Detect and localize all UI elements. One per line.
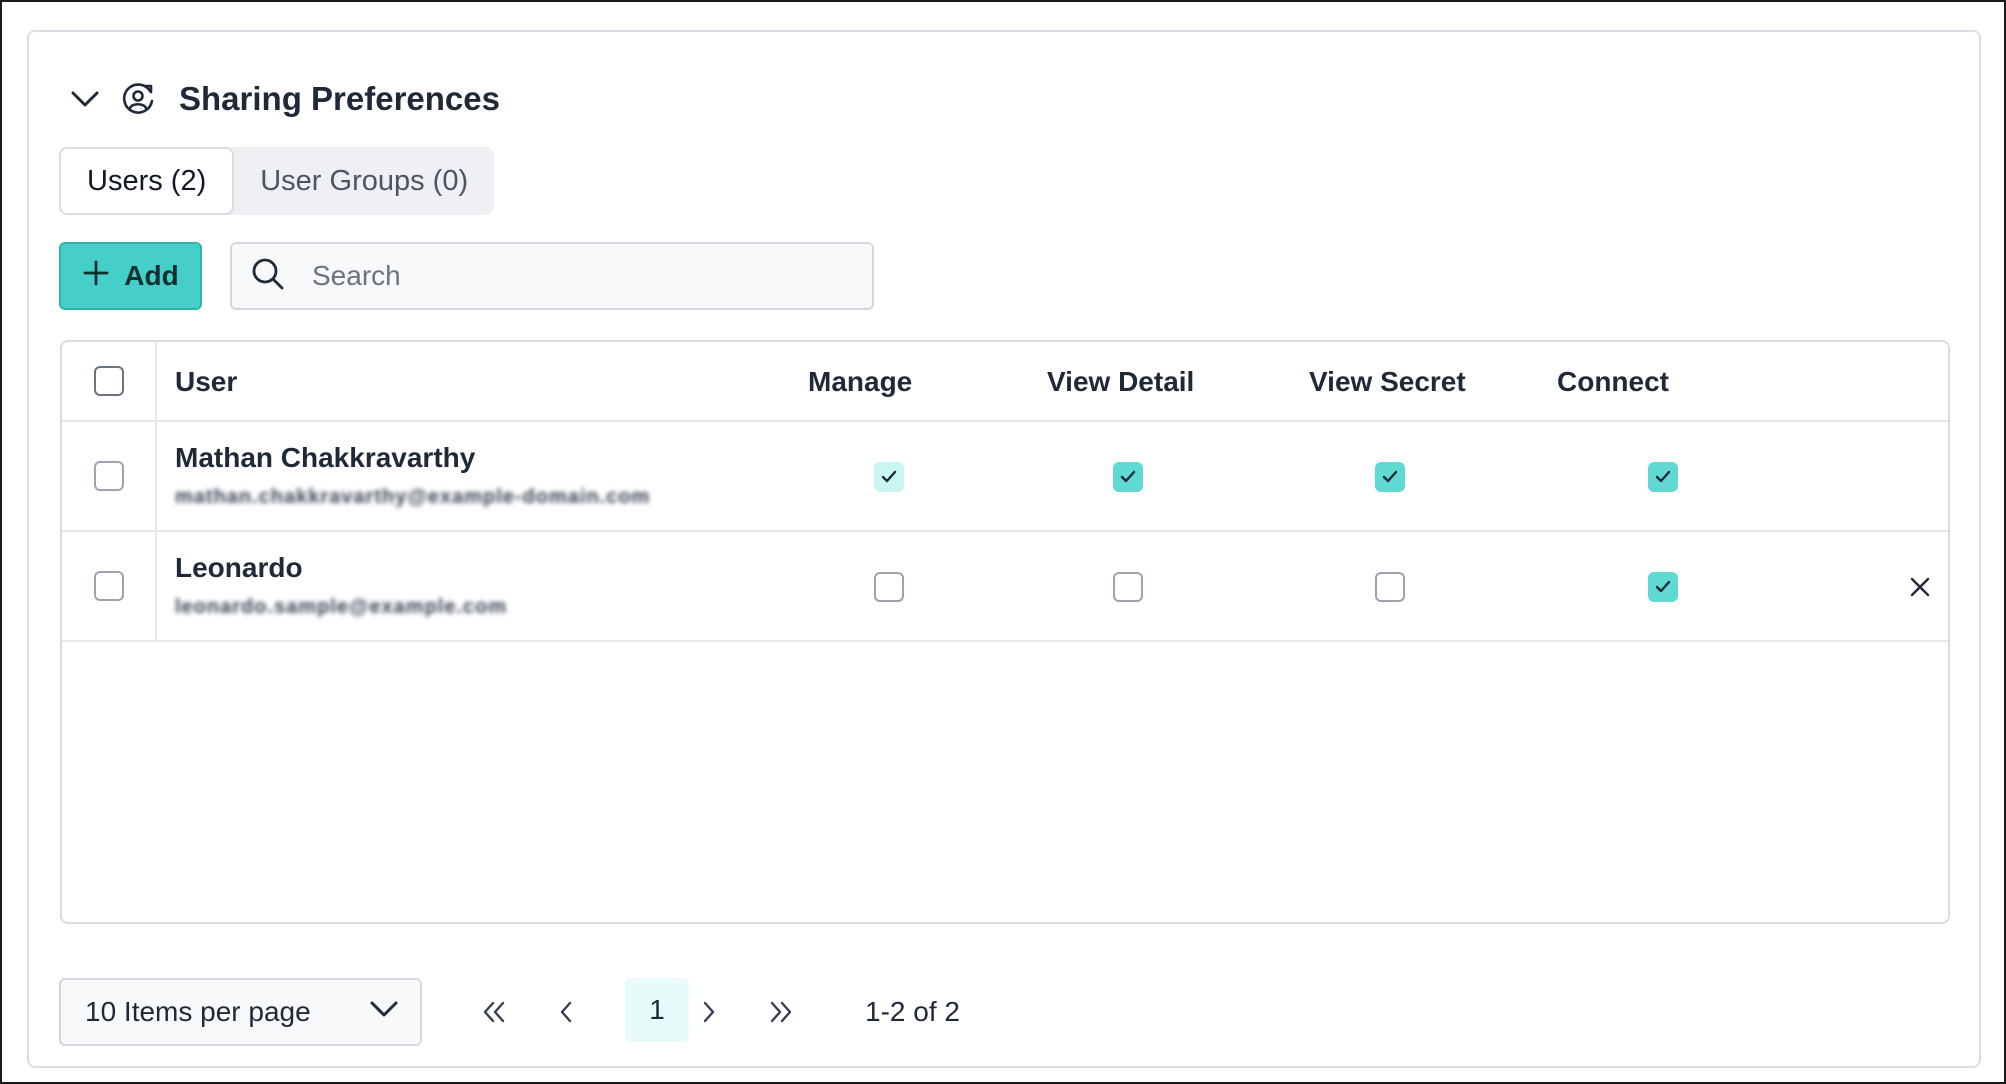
user-share-icon (121, 81, 157, 117)
search-input[interactable] (312, 260, 852, 292)
view-detail-cell (1098, 532, 1158, 642)
add-button[interactable]: Add (59, 242, 202, 310)
user-cell: Leonardo leonardo.sample@example.com (175, 552, 507, 619)
manage-checkbox[interactable] (874, 462, 904, 492)
user-email: mathan.chakkravarthy@example-domain.com (175, 486, 651, 508)
manage-cell (859, 532, 919, 642)
tab-bar: Users (2) User Groups (0) (59, 147, 495, 215)
row-select-checkbox[interactable] (93, 571, 124, 601)
table-row: Leonardo leonardo.sample@example.com (62, 532, 1948, 642)
close-icon (1910, 577, 1930, 597)
sharing-preferences-panel: Sharing Preferences Users (2) User Group… (27, 30, 1981, 1068)
plus-icon (82, 259, 110, 294)
next-page-button[interactable] (684, 978, 734, 1046)
manage-checkbox[interactable] (874, 572, 904, 602)
column-header-view-detail: View Detail (1047, 366, 1195, 397)
view-secret-cell (1360, 422, 1420, 532)
remove-user-button[interactable] (1900, 532, 1940, 642)
search-icon (250, 256, 286, 297)
checkmark-icon (1120, 470, 1136, 483)
chevron-down-icon[interactable] (69, 83, 101, 115)
row-select-cell (62, 532, 157, 640)
checkmark-icon (881, 470, 897, 483)
chevron-left-icon (560, 1001, 572, 1023)
checkmark-icon (1655, 470, 1671, 483)
column-header-view-secret: View Secret (1309, 366, 1466, 397)
view-detail-checkbox[interactable] (1113, 572, 1143, 602)
checkmark-icon (1655, 580, 1671, 593)
page-1-button[interactable]: 1 (625, 978, 689, 1042)
items-per-page-select[interactable]: 10 Items per page (59, 978, 422, 1046)
search-box[interactable] (230, 242, 874, 310)
view-detail-checkbox[interactable] (1113, 462, 1143, 492)
table-row: Mathan Chakkravarthy mathan.chakkravarth… (62, 422, 1948, 532)
connect-cell (1633, 532, 1693, 642)
section-title: Sharing Preferences (179, 80, 500, 117)
column-header-manage: Manage (808, 366, 913, 397)
add-button-label: Add (124, 260, 179, 291)
double-chevron-left-icon (483, 1001, 505, 1023)
users-permissions-table: User Manage View Detail View Secret Conn… (60, 340, 1950, 924)
row-select-checkbox[interactable] (93, 461, 124, 491)
select-all-checkbox[interactable] (93, 366, 124, 396)
user-name: Mathan Chakkravarthy (175, 442, 476, 473)
first-page-button[interactable] (469, 978, 519, 1046)
view-secret-checkbox[interactable] (1375, 572, 1405, 602)
manage-cell (859, 422, 919, 532)
tab-user-groups[interactable]: User Groups (0) (234, 147, 494, 215)
connect-cell (1633, 422, 1693, 532)
view-detail-cell (1098, 422, 1158, 532)
section-header: Sharing Preferences (69, 70, 500, 128)
view-secret-cell (1360, 532, 1420, 642)
pagination-range: 1-2 of 2 (865, 996, 960, 1027)
select-all-cell (62, 342, 157, 420)
view-secret-checkbox[interactable] (1375, 462, 1405, 492)
last-page-button[interactable] (756, 978, 806, 1046)
user-email: leonardo.sample@example.com (175, 596, 508, 618)
user-name: Leonardo (175, 552, 303, 583)
previous-page-button[interactable] (541, 978, 591, 1046)
connect-checkbox[interactable] (1648, 462, 1678, 492)
row-select-cell (62, 422, 157, 530)
chevron-down-icon (368, 993, 400, 1032)
connect-checkbox[interactable] (1648, 572, 1678, 602)
checkmark-icon (1382, 470, 1398, 483)
table-header-row: User Manage View Detail View Secret Conn… (62, 342, 1948, 422)
user-cell: Mathan Chakkravarthy mathan.chakkravarth… (175, 442, 650, 509)
tab-users[interactable]: Users (2) (59, 147, 235, 215)
column-header-connect: Connect (1557, 366, 1669, 397)
double-chevron-right-icon (770, 1001, 792, 1023)
items-per-page-label: 10 Items per page (85, 996, 311, 1027)
chevron-right-icon (703, 1001, 715, 1023)
column-header-user: User (175, 366, 238, 397)
